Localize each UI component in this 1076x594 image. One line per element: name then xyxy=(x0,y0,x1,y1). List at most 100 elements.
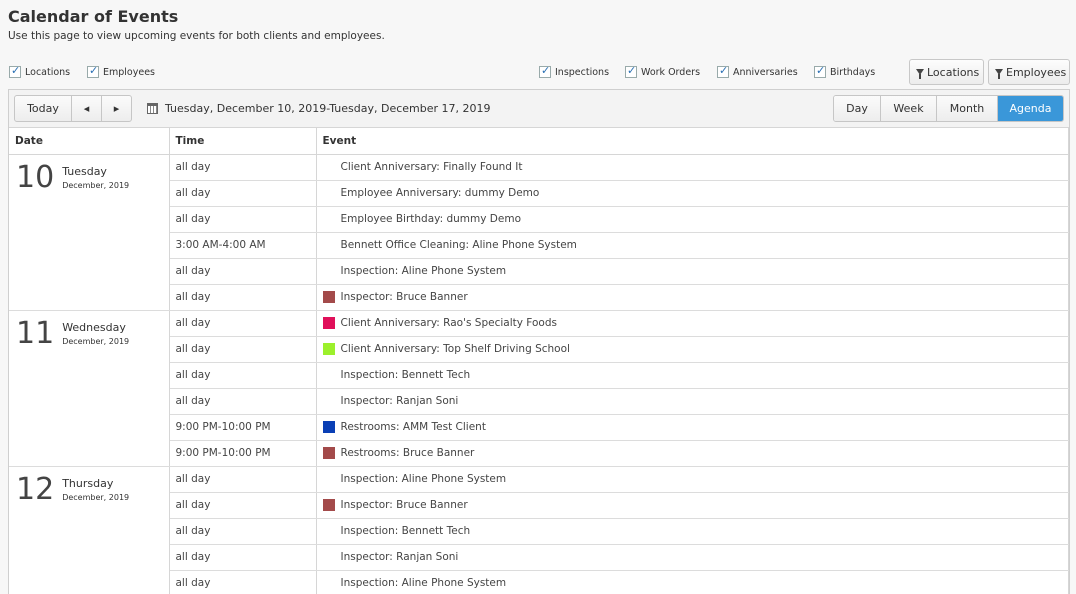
filter-label: Anniversaries xyxy=(733,66,798,78)
event-color-swatch xyxy=(322,343,335,355)
event-cell: Inspection: Bennett Tech xyxy=(316,518,1069,545)
event-title: Employee Birthday: dummy Demo xyxy=(340,213,522,225)
event-item[interactable]: Client Anniversary: Top Shelf Driving Sc… xyxy=(322,343,1068,355)
event-item[interactable]: Restrooms: AMM Test Client xyxy=(322,421,1068,433)
day-number: 10 xyxy=(16,159,55,195)
filter-locations-checkbox[interactable]: Locations xyxy=(9,64,71,78)
event-item[interactable]: Employee Birthday: dummy Demo xyxy=(323,213,1068,225)
event-time: all day xyxy=(169,388,317,415)
event-title: Inspector: Ranjan Soni xyxy=(340,395,459,407)
employees-filter-button[interactable]: Employees xyxy=(988,59,1070,85)
event-cell: Inspection: Bennett Tech xyxy=(316,362,1069,389)
event-item[interactable]: Employee Anniversary: dummy Demo xyxy=(323,187,1068,199)
filter-anniversaries-checkbox[interactable]: Anniversaries xyxy=(717,64,798,78)
event-cell: Employee Anniversary: dummy Demo xyxy=(316,180,1069,207)
button-label: Employees xyxy=(1006,65,1067,79)
event-time: all day xyxy=(169,284,317,311)
event-item[interactable]: Client Anniversary: Finally Found It xyxy=(323,161,1068,173)
view-switcher: Day Week Month Agenda xyxy=(833,95,1064,122)
event-cell: Client Anniversary: Top Shelf Driving Sc… xyxy=(316,336,1069,363)
agenda-body: 10 Tuesday December, 2019 all day Client Ann… xyxy=(9,154,1069,594)
view-month-button[interactable]: Month xyxy=(937,96,998,121)
event-cell: Restrooms: Bruce Banner xyxy=(316,440,1069,467)
event-title: Inspector: Ranjan Soni xyxy=(340,551,459,563)
event-cell: Inspector: Ranjan Soni xyxy=(316,388,1069,415)
day-number: 11 xyxy=(16,315,55,351)
event-cell: Bennett Office Cleaning: Aline Phone Sys… xyxy=(316,232,1069,259)
prev-button[interactable]: ◂ xyxy=(72,96,102,121)
event-cell: Inspection: Aline Phone System xyxy=(316,466,1069,493)
locations-filter-button[interactable]: Locations xyxy=(909,59,984,85)
column-header-time: Time xyxy=(169,128,317,155)
date-range: Tuesday, December 10, 2019-Tuesday, Dece… xyxy=(147,102,491,115)
checkbox-icon[interactable] xyxy=(625,64,637,78)
event-title: Bennett Office Cleaning: Aline Phone Sys… xyxy=(340,239,577,251)
date-cell: 10 Tuesday December, 2019 xyxy=(9,154,170,311)
filter-employees-checkbox[interactable]: Employees xyxy=(87,64,155,78)
event-title: Employee Anniversary: dummy Demo xyxy=(340,187,540,199)
event-title: Client Anniversary: Top Shelf Driving Sc… xyxy=(340,343,570,355)
event-time: 3:00 AM-4:00 AM xyxy=(169,232,317,259)
event-time: all day xyxy=(169,336,317,363)
event-item[interactable]: Bennett Office Cleaning: Aline Phone Sys… xyxy=(323,239,1068,251)
event-title: Inspection: Aline Phone System xyxy=(340,577,507,589)
event-time: all day xyxy=(169,466,317,493)
event-item[interactable]: Inspection: Aline Phone System xyxy=(323,577,1068,589)
filter-inspections-checkbox[interactable]: Inspections xyxy=(539,64,609,78)
event-color-swatch xyxy=(322,421,335,433)
filter-label: Locations xyxy=(25,66,71,78)
filter-label: Birthdays xyxy=(830,66,876,78)
event-title: Restrooms: AMM Test Client xyxy=(340,421,486,433)
event-cell: Employee Birthday: dummy Demo xyxy=(316,206,1069,233)
event-time: all day xyxy=(169,206,317,233)
view-week-button[interactable]: Week xyxy=(881,96,937,121)
event-title: Inspection: Bennett Tech xyxy=(340,369,471,381)
view-day-button[interactable]: Day xyxy=(834,96,881,121)
event-color-swatch xyxy=(322,317,335,329)
event-time: 9:00 PM-10:00 PM xyxy=(169,414,317,441)
event-item[interactable]: Restrooms: Bruce Banner xyxy=(322,447,1068,459)
next-button[interactable]: ▸ xyxy=(102,96,131,121)
event-time: all day xyxy=(169,544,317,571)
view-agenda-button[interactable]: Agenda xyxy=(998,96,1063,121)
event-time: all day xyxy=(169,492,317,519)
checkbox-icon[interactable] xyxy=(87,64,99,78)
calendar-icon xyxy=(147,103,158,114)
event-title: Client Anniversary: Finally Found It xyxy=(340,161,523,173)
event-item[interactable]: Inspector: Ranjan Soni xyxy=(323,395,1068,407)
event-item[interactable]: Inspector: Ranjan Soni xyxy=(323,551,1068,563)
filter-work-orders-checkbox[interactable]: Work Orders xyxy=(625,64,700,78)
event-item[interactable]: Client Anniversary: Rao's Specialty Food… xyxy=(322,317,1068,329)
column-header-event: Event xyxy=(316,128,1069,155)
event-item[interactable]: Inspector: Bruce Banner xyxy=(322,291,1068,303)
event-item[interactable]: Inspector: Bruce Banner xyxy=(322,499,1068,511)
event-title: Inspector: Bruce Banner xyxy=(340,291,468,303)
date-cell: 12 Thursday December, 2019 xyxy=(9,466,170,594)
event-cell: Restrooms: AMM Test Client xyxy=(316,414,1069,441)
checkbox-icon[interactable] xyxy=(717,64,729,78)
event-color-swatch xyxy=(322,291,335,303)
event-item[interactable]: Inspection: Aline Phone System xyxy=(323,473,1068,485)
event-cell: Inspector: Bruce Banner xyxy=(316,492,1069,519)
filter-birthdays-checkbox[interactable]: Birthdays xyxy=(814,64,876,78)
today-button[interactable]: Today xyxy=(15,96,72,121)
calendar: Today ◂ ▸ Tuesday, December 10, 2019-Tue… xyxy=(8,89,1070,594)
event-title: Inspector: Bruce Banner xyxy=(340,499,468,511)
checkbox-icon[interactable] xyxy=(9,64,21,78)
event-time: all day xyxy=(169,180,317,207)
event-cell: Inspection: Aline Phone System xyxy=(316,570,1069,594)
event-time: all day xyxy=(169,362,317,389)
event-cell: Inspection: Aline Phone System xyxy=(316,258,1069,285)
checkbox-icon[interactable] xyxy=(539,64,551,78)
checkbox-icon[interactable] xyxy=(814,64,826,78)
filter-icon xyxy=(995,69,1003,79)
event-title: Client Anniversary: Rao's Specialty Food… xyxy=(340,317,557,329)
event-item[interactable]: Inspection: Bennett Tech xyxy=(323,525,1068,537)
event-item[interactable]: Inspection: Bennett Tech xyxy=(323,369,1068,381)
page-title: Calendar of Events xyxy=(8,7,179,26)
event-item[interactable]: Inspection: Aline Phone System xyxy=(323,265,1068,277)
nav-group: Today ◂ ▸ xyxy=(14,95,132,122)
event-time: all day xyxy=(169,570,317,594)
event-title: Restrooms: Bruce Banner xyxy=(340,447,475,459)
agenda-table: Date Time Event 10 Tuesday December, 2019 a… xyxy=(9,128,1069,594)
